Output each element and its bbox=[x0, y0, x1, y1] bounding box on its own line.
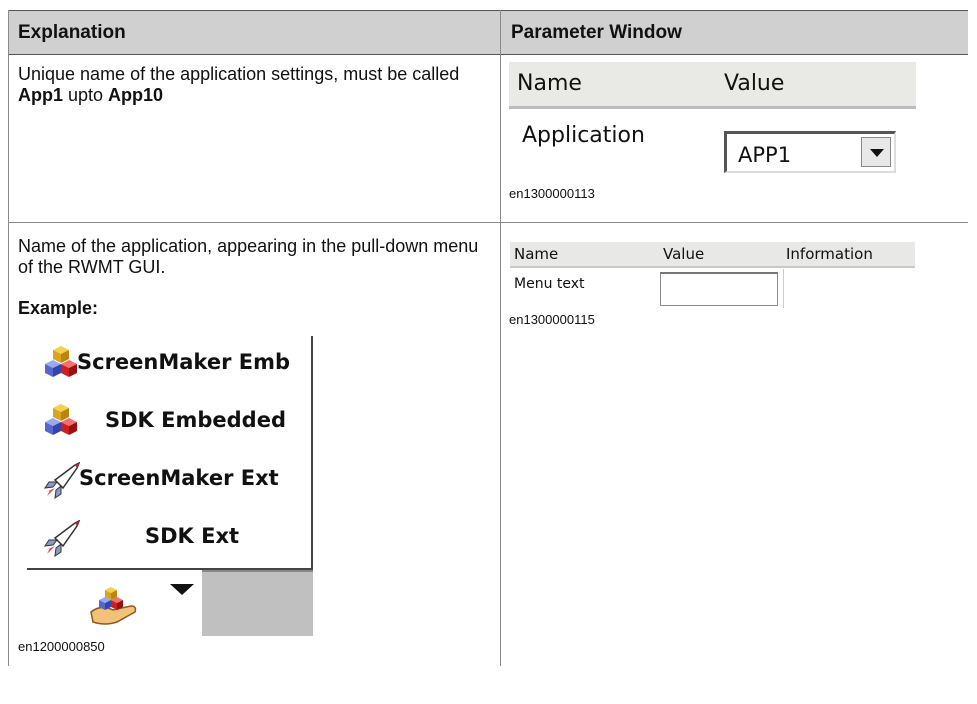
menu-item-label: SDK Embedded bbox=[105, 408, 286, 432]
cubes-icon bbox=[45, 346, 77, 377]
row1-explanation: Unique name of the application settings,… bbox=[18, 64, 496, 106]
menu-item-sdk-ext[interactable]: SDK Ext bbox=[27, 510, 311, 566]
figure-id-2: en1300000115 bbox=[509, 312, 595, 327]
col-name-label: Name bbox=[517, 71, 582, 96]
dropdown-arrow-icon[interactable] bbox=[861, 137, 891, 167]
menu-item-label: ScreenMaker Ext bbox=[79, 466, 279, 490]
information-cell bbox=[783, 269, 916, 308]
column-divider bbox=[500, 10, 501, 666]
pulldown-menu: ScreenMaker Emb SDK Embedded ScreenMaker… bbox=[27, 336, 313, 570]
row1-text-part2: upto bbox=[63, 85, 109, 105]
menu-bottom-bar bbox=[27, 570, 313, 636]
cubes-icon bbox=[45, 404, 77, 435]
row-divider bbox=[8, 222, 968, 223]
figure-id-1: en1300000113 bbox=[509, 186, 595, 201]
param-window-header-2: Name Value Information bbox=[510, 242, 915, 268]
application-label: Application bbox=[522, 123, 645, 148]
table-left-border bbox=[8, 10, 9, 666]
application-select[interactable]: APP1 bbox=[724, 131, 896, 173]
menu-item-screenmaker-emb[interactable]: ScreenMaker Emb bbox=[27, 336, 311, 392]
menu-caret-down-icon[interactable] bbox=[170, 584, 194, 595]
rocket-icon bbox=[43, 462, 81, 500]
menu-item-label: ScreenMaker Emb bbox=[77, 350, 291, 374]
row1-text-part1: Unique name of the application settings,… bbox=[18, 64, 460, 84]
rocket-icon bbox=[43, 520, 81, 558]
header-parameter-window: Parameter Window bbox=[511, 22, 682, 43]
menu-text-label: Menu text bbox=[514, 276, 585, 292]
col-name-label-2: Name bbox=[514, 245, 559, 263]
menu-text-parameter-window: Name Value Information Menu text bbox=[510, 242, 916, 308]
param-window-header: Name Value bbox=[509, 62, 916, 109]
col-information-label: Information bbox=[786, 245, 873, 263]
application-row: Application APP1 bbox=[509, 109, 916, 182]
figure-id-3: en1200000850 bbox=[18, 639, 105, 654]
row2-explanation: Name of the application, appearing in th… bbox=[18, 236, 479, 277]
hand-cubes-icon[interactable] bbox=[87, 582, 139, 628]
table-header: Explanation Parameter Window bbox=[8, 10, 968, 55]
menu-item-screenmaker-ext[interactable]: ScreenMaker Ext bbox=[27, 452, 311, 508]
application-select-value: APP1 bbox=[738, 143, 792, 167]
row1-bold-app1: App1 bbox=[18, 85, 63, 105]
col-value-label-2: Value bbox=[663, 245, 705, 263]
example-label: Example: bbox=[18, 298, 99, 318]
menu-text-input[interactable] bbox=[660, 272, 778, 306]
row1-bold-app10: App10 bbox=[108, 85, 164, 105]
header-explanation: Explanation bbox=[18, 22, 126, 43]
menu-bottom-gray-area bbox=[202, 570, 313, 636]
application-parameter-window: Name Value Application APP1 bbox=[509, 62, 916, 182]
menu-item-label: SDK Ext bbox=[145, 524, 240, 548]
menu-item-sdk-embedded[interactable]: SDK Embedded bbox=[27, 394, 311, 450]
col-value-label: Value bbox=[724, 71, 785, 96]
parameter-table: Explanation Parameter Window Unique name… bbox=[8, 10, 968, 666]
